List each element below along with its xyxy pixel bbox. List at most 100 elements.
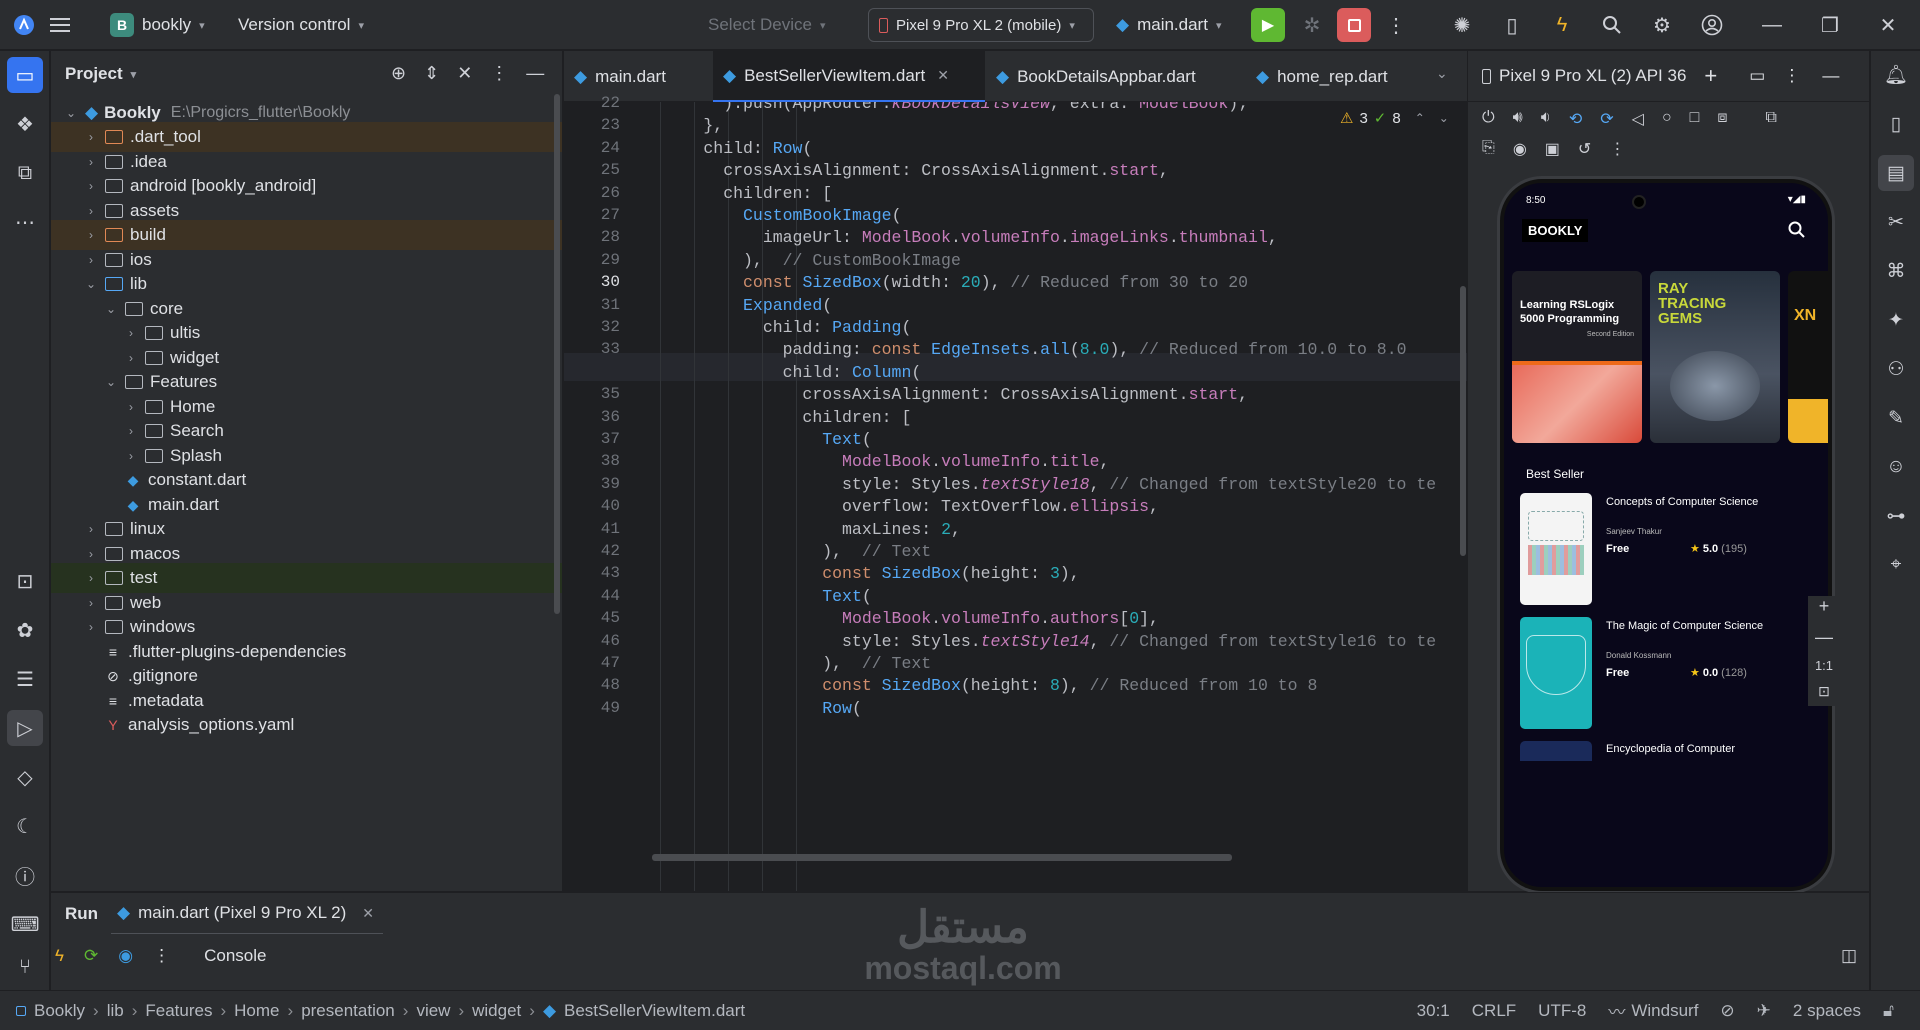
breadcrumb-item[interactable]: Bookly [16, 1001, 85, 1021]
options-icon[interactable]: ⋮ [1783, 66, 1800, 86]
flutter-devtools-icon[interactable]: ◉ [118, 946, 133, 966]
minimize-window-icon[interactable]: — [1756, 9, 1788, 41]
gemini-icon[interactable]: ✦ [1878, 302, 1914, 338]
chevron-right-icon[interactable]: › [123, 400, 139, 414]
chevron-down-icon[interactable]: ⌄ [1439, 111, 1449, 125]
carousel-book-3[interactable]: XN [1788, 271, 1828, 443]
assistant-icon[interactable]: ☺ [1878, 449, 1914, 485]
more-icon[interactable]: ⋮ [1609, 139, 1625, 159]
carousel-book-2[interactable]: RAY TRACING GEMS [1650, 271, 1780, 443]
chevron-right-icon[interactable]: › [83, 620, 99, 634]
chevron-right-icon[interactable]: › [83, 228, 99, 242]
hot-reload-icon[interactable]: ϟ [55, 946, 64, 966]
stop-button[interactable] [1337, 8, 1371, 42]
hot-reload-icon[interactable]: ϟ [1546, 9, 1578, 41]
back-icon[interactable]: ◁ [1632, 109, 1644, 129]
project-view-selector[interactable]: Project ▾ [65, 51, 136, 97]
resource-manager-icon[interactable]: ❖ [7, 106, 43, 142]
tabs-overflow-icon[interactable]: ⌄ [1436, 65, 1448, 82]
hide-panel-icon[interactable]: — [526, 63, 544, 84]
tab-main-dart[interactable]: ◆ main.dart [564, 51, 712, 102]
editor-vscrollbar[interactable] [1460, 286, 1466, 556]
select-device-dropdown[interactable]: Select Device ▾ [708, 0, 825, 50]
book-thumbnail-2[interactable] [1520, 617, 1592, 729]
more-icon[interactable]: ⋮ [153, 946, 170, 966]
overview-icon[interactable]: □ [1690, 109, 1700, 129]
chevron-right-icon[interactable]: › [83, 596, 99, 610]
rotate-right-icon[interactable]: ⟳ [1600, 109, 1613, 129]
chevron-right-icon[interactable]: › [123, 424, 139, 438]
reset-icon[interactable]: ↺ [1578, 139, 1591, 159]
services-icon[interactable]: ☰ [7, 661, 43, 697]
breadcrumb-item[interactable]: presentation [301, 1001, 395, 1021]
device-explorer-icon[interactable]: ⌘ [1878, 253, 1914, 289]
code-view[interactable]: ).push(AppRouter.kBookDetailsView, extra… [644, 102, 1467, 891]
video-icon[interactable]: ▣ [1545, 139, 1560, 159]
chevron-right-icon[interactable]: › [83, 571, 99, 585]
layout-icon[interactable]: ▭ [1749, 66, 1765, 86]
expand-all-icon[interactable]: ⇕ [424, 63, 439, 84]
project-tool-icon[interactable]: ▭ [7, 57, 43, 93]
search-icon[interactable] [1596, 9, 1628, 41]
line-separator[interactable]: CRLF [1472, 1001, 1516, 1021]
book-thumbnail-3[interactable] [1520, 741, 1592, 761]
run-config-tab[interactable]: ◆ main.dart (Pixel 9 Pro XL 2) ✕ [111, 893, 383, 935]
chevron-right-icon[interactable]: › [83, 547, 99, 561]
project-switcher[interactable]: B bookly ▾ [110, 0, 205, 50]
tab-home-rep[interactable]: ◆ home_rep.dart [1246, 51, 1436, 102]
chevron-right-icon[interactable]: › [83, 155, 99, 169]
hide-panel-icon[interactable]: — [1822, 66, 1839, 86]
device-tab-title[interactable]: Pixel 9 Pro XL (2) API 36 [1499, 66, 1686, 86]
chevron-right-icon[interactable]: › [123, 351, 139, 365]
breadcrumb-item[interactable]: Features [145, 1001, 212, 1021]
caret-position[interactable]: 30:1 [1417, 1001, 1450, 1021]
home-icon[interactable]: ○ [1662, 109, 1672, 129]
device-settings-icon[interactable]: ⧉ [1766, 109, 1777, 129]
tab-bookdetailsappbar[interactable]: ◆ BookDetailsAppbar.dart [986, 51, 1236, 102]
rotate-left-icon[interactable]: ⟲ [1569, 109, 1582, 129]
chevron-down-icon[interactable]: ⌄ [103, 302, 119, 316]
chevron-right-icon[interactable]: › [83, 130, 99, 144]
file-encoding[interactable]: UTF-8 [1538, 1001, 1586, 1021]
zoom-in-icon[interactable]: + [1819, 596, 1830, 617]
git-icon[interactable]: ⑂ [7, 949, 43, 985]
power-save-icon[interactable]: ✈ [1757, 1001, 1771, 1021]
book-thumbnail-1[interactable] [1520, 493, 1592, 605]
editor-hscrollbar[interactable] [652, 854, 1232, 861]
zoom-fit-icon[interactable]: ⊡ [1818, 683, 1830, 700]
settings-gear-icon[interactable]: ⚙ [1646, 9, 1678, 41]
account-icon[interactable] [1696, 9, 1728, 41]
flutter-performance-icon[interactable]: ✂ [1878, 204, 1914, 240]
inspection-widget[interactable]: ⚠ 3 ✓ 8 ⌃ ⌄ [1336, 107, 1453, 129]
chevron-down-icon[interactable]: ⌄ [83, 277, 99, 291]
indent-setting[interactable]: 2 spaces [1793, 1001, 1861, 1021]
carousel-book-1[interactable]: Learning RSLogix 5000 Programming Second… [1512, 271, 1642, 443]
breadcrumb-item[interactable]: widget [472, 1001, 521, 1021]
zoom-actual-size[interactable]: 1:1 [1815, 658, 1833, 673]
chevron-right-icon[interactable]: › [123, 326, 139, 340]
tab-bestsellerviewitem[interactable]: ◆ BestSellerViewItem.dart ✕ [713, 51, 985, 102]
breadcrumb-item[interactable]: Home [234, 1001, 279, 1021]
add-device-icon[interactable]: + [1704, 63, 1717, 89]
flutter-inspector-icon[interactable]: ✿ [7, 612, 43, 648]
lock-icon[interactable]: 🔓︎ [1883, 1001, 1894, 1021]
problems-icon[interactable]: ⓘ [7, 857, 43, 893]
volume-up-icon[interactable]: 🔊︎ [1513, 109, 1523, 129]
close-tab-icon[interactable]: ✕ [362, 905, 374, 922]
tree-scrollbar[interactable] [554, 94, 560, 614]
options-icon[interactable]: ⋮ [490, 63, 508, 84]
hot-restart-icon[interactable]: ⟳ [84, 946, 98, 966]
breadcrumb-item[interactable]: lib [107, 1001, 124, 1021]
device-mirror-icon[interactable]: ▯ [1496, 9, 1528, 41]
version-control-menu[interactable]: Version control ▾ [238, 0, 364, 50]
more-tools-icon[interactable]: ⋯ [7, 204, 43, 240]
run-config-selector[interactable]: ◆ main.dart ▾ [1116, 0, 1221, 50]
gradle-icon[interactable]: ◇ [7, 759, 43, 795]
run-tab[interactable]: Run [65, 893, 98, 935]
android-studio-logo-icon[interactable] [8, 9, 40, 41]
phone-screen[interactable]: 8:50 ▾◢▮ BOOKLY Learning RSLogix 5000 Pr… [1500, 179, 1832, 891]
chevron-right-icon[interactable]: › [83, 253, 99, 267]
console-tab[interactable]: Console [204, 946, 266, 966]
no-ai-icon[interactable]: ⊘ [1720, 1001, 1734, 1021]
notifications-icon[interactable]: 🔔︎ [1878, 57, 1914, 93]
